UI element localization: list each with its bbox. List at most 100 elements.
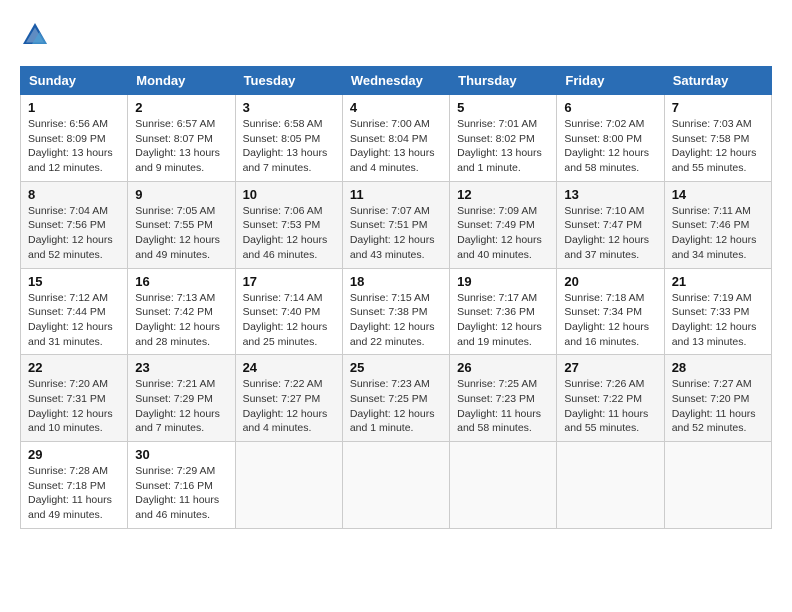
day-number: 12 <box>457 187 549 202</box>
day-number: 29 <box>28 447 120 462</box>
day-info: Sunrise: 7:04 AM Sunset: 7:56 PM Dayligh… <box>28 204 120 263</box>
calendar-day-cell: 24 Sunrise: 7:22 AM Sunset: 7:27 PM Dayli… <box>235 355 342 442</box>
day-number: 1 <box>28 100 120 115</box>
day-number: 30 <box>135 447 227 462</box>
day-info: Sunrise: 7:17 AM Sunset: 7:36 PM Dayligh… <box>457 291 549 350</box>
calendar-day-cell: 2 Sunrise: 6:57 AM Sunset: 8:07 PM Daylig… <box>128 95 235 182</box>
calendar-week-row: 22 Sunrise: 7:20 AM Sunset: 7:31 PM Dayli… <box>21 355 772 442</box>
day-info: Sunrise: 7:11 AM Sunset: 7:46 PM Dayligh… <box>672 204 764 263</box>
calendar-week-row: 8 Sunrise: 7:04 AM Sunset: 7:56 PM Daylig… <box>21 181 772 268</box>
calendar-day-cell: 3 Sunrise: 6:58 AM Sunset: 8:05 PM Daylig… <box>235 95 342 182</box>
day-info: Sunrise: 7:00 AM Sunset: 8:04 PM Dayligh… <box>350 117 442 176</box>
day-number: 13 <box>564 187 656 202</box>
day-number: 8 <box>28 187 120 202</box>
calendar-day-cell: 23 Sunrise: 7:21 AM Sunset: 7:29 PM Dayli… <box>128 355 235 442</box>
calendar-day-cell: 30 Sunrise: 7:29 AM Sunset: 7:16 PM Dayli… <box>128 442 235 529</box>
calendar-day-cell: 25 Sunrise: 7:23 AM Sunset: 7:25 PM Dayli… <box>342 355 449 442</box>
calendar-day-cell: 19 Sunrise: 7:17 AM Sunset: 7:36 PM Dayli… <box>450 268 557 355</box>
day-info: Sunrise: 6:56 AM Sunset: 8:09 PM Dayligh… <box>28 117 120 176</box>
calendar-day-cell: 18Sunrise: 7:15 AM Sunset: 7:38 PM Dayli… <box>342 268 449 355</box>
day-info: Sunrise: 7:03 AM Sunset: 7:58 PM Dayligh… <box>672 117 764 176</box>
day-info: Sunrise: 7:25 AM Sunset: 7:23 PM Dayligh… <box>457 377 549 436</box>
day-info: Sunrise: 7:20 AM Sunset: 7:31 PM Dayligh… <box>28 377 120 436</box>
col-header-saturday: Saturday <box>664 67 771 95</box>
day-info: Sunrise: 7:12 AM Sunset: 7:44 PM Dayligh… <box>28 291 120 350</box>
calendar-day-cell: 28Sunrise: 7:27 AM Sunset: 7:20 PM Dayli… <box>664 355 771 442</box>
calendar-day-cell: 14 Sunrise: 7:11 AM Sunset: 7:46 PM Dayli… <box>664 181 771 268</box>
day-number: 24 <box>243 360 335 375</box>
day-info: Sunrise: 7:15 AM Sunset: 7:38 PM Dayligh… <box>350 291 442 350</box>
calendar-day-cell: 26Sunrise: 7:25 AM Sunset: 7:23 PM Dayli… <box>450 355 557 442</box>
logo <box>20 20 56 50</box>
col-header-thursday: Thursday <box>450 67 557 95</box>
day-info: Sunrise: 7:29 AM Sunset: 7:16 PM Dayligh… <box>135 464 227 523</box>
day-info: Sunrise: 7:13 AM Sunset: 7:42 PM Dayligh… <box>135 291 227 350</box>
day-number: 27 <box>564 360 656 375</box>
calendar-week-row: 29 Sunrise: 7:28 AM Sunset: 7:18 PM Dayli… <box>21 442 772 529</box>
day-number: 16 <box>135 274 227 289</box>
day-number: 23 <box>135 360 227 375</box>
day-number: 11 <box>350 187 442 202</box>
calendar-header-row: SundayMondayTuesdayWednesdayThursdayFrid… <box>21 67 772 95</box>
calendar-day-cell: 21 Sunrise: 7:19 AM Sunset: 7:33 PM Dayli… <box>664 268 771 355</box>
calendar-day-cell: 11Sunrise: 7:07 AM Sunset: 7:51 PM Dayli… <box>342 181 449 268</box>
calendar-day-cell: 17Sunrise: 7:14 AM Sunset: 7:40 PM Dayli… <box>235 268 342 355</box>
day-info: Sunrise: 7:10 AM Sunset: 7:47 PM Dayligh… <box>564 204 656 263</box>
day-number: 2 <box>135 100 227 115</box>
day-info: Sunrise: 7:26 AM Sunset: 7:22 PM Dayligh… <box>564 377 656 436</box>
day-info: Sunrise: 7:28 AM Sunset: 7:18 PM Dayligh… <box>28 464 120 523</box>
day-number: 15 <box>28 274 120 289</box>
day-number: 20 <box>564 274 656 289</box>
calendar-day-cell: 5 Sunrise: 7:01 AM Sunset: 8:02 PM Daylig… <box>450 95 557 182</box>
day-number: 6 <box>564 100 656 115</box>
day-number: 3 <box>243 100 335 115</box>
calendar-day-cell: 16 Sunrise: 7:13 AM Sunset: 7:42 PM Dayli… <box>128 268 235 355</box>
empty-cell <box>342 442 449 529</box>
col-header-friday: Friday <box>557 67 664 95</box>
day-info: Sunrise: 7:21 AM Sunset: 7:29 PM Dayligh… <box>135 377 227 436</box>
day-info: Sunrise: 7:01 AM Sunset: 8:02 PM Dayligh… <box>457 117 549 176</box>
page-header <box>20 20 772 50</box>
calendar-day-cell: 22 Sunrise: 7:20 AM Sunset: 7:31 PM Dayli… <box>21 355 128 442</box>
calendar-day-cell: 12 Sunrise: 7:09 AM Sunset: 7:49 PM Dayli… <box>450 181 557 268</box>
calendar-table: SundayMondayTuesdayWednesdayThursdayFrid… <box>20 66 772 529</box>
day-number: 21 <box>672 274 764 289</box>
day-info: Sunrise: 7:18 AM Sunset: 7:34 PM Dayligh… <box>564 291 656 350</box>
day-number: 19 <box>457 274 549 289</box>
empty-cell <box>664 442 771 529</box>
day-number: 22 <box>28 360 120 375</box>
day-number: 4 <box>350 100 442 115</box>
calendar-day-cell: 4 Sunrise: 7:00 AM Sunset: 8:04 PM Daylig… <box>342 95 449 182</box>
day-info: Sunrise: 6:58 AM Sunset: 8:05 PM Dayligh… <box>243 117 335 176</box>
day-info: Sunrise: 7:06 AM Sunset: 7:53 PM Dayligh… <box>243 204 335 263</box>
day-info: Sunrise: 7:05 AM Sunset: 7:55 PM Dayligh… <box>135 204 227 263</box>
calendar-day-cell: 20 Sunrise: 7:18 AM Sunset: 7:34 PM Dayli… <box>557 268 664 355</box>
day-info: Sunrise: 7:14 AM Sunset: 7:40 PM Dayligh… <box>243 291 335 350</box>
day-number: 5 <box>457 100 549 115</box>
day-number: 14 <box>672 187 764 202</box>
logo-icon <box>20 20 50 50</box>
day-number: 10 <box>243 187 335 202</box>
day-info: Sunrise: 7:22 AM Sunset: 7:27 PM Dayligh… <box>243 377 335 436</box>
empty-cell <box>235 442 342 529</box>
calendar-day-cell: 8 Sunrise: 7:04 AM Sunset: 7:56 PM Daylig… <box>21 181 128 268</box>
calendar-day-cell: 29 Sunrise: 7:28 AM Sunset: 7:18 PM Dayli… <box>21 442 128 529</box>
calendar-day-cell: 10 Sunrise: 7:06 AM Sunset: 7:53 PM Dayli… <box>235 181 342 268</box>
day-info: Sunrise: 6:57 AM Sunset: 8:07 PM Dayligh… <box>135 117 227 176</box>
col-header-wednesday: Wednesday <box>342 67 449 95</box>
col-header-tuesday: Tuesday <box>235 67 342 95</box>
day-number: 28 <box>672 360 764 375</box>
calendar-week-row: 1 Sunrise: 6:56 AM Sunset: 8:09 PM Daylig… <box>21 95 772 182</box>
calendar-week-row: 15 Sunrise: 7:12 AM Sunset: 7:44 PM Dayli… <box>21 268 772 355</box>
empty-cell <box>450 442 557 529</box>
day-info: Sunrise: 7:23 AM Sunset: 7:25 PM Dayligh… <box>350 377 442 436</box>
calendar-day-cell: 6Sunrise: 7:02 AM Sunset: 8:00 PM Daylig… <box>557 95 664 182</box>
empty-cell <box>557 442 664 529</box>
calendar-day-cell: 13 Sunrise: 7:10 AM Sunset: 7:47 PM Dayli… <box>557 181 664 268</box>
day-info: Sunrise: 7:19 AM Sunset: 7:33 PM Dayligh… <box>672 291 764 350</box>
day-number: 25 <box>350 360 442 375</box>
calendar-day-cell: 1 Sunrise: 6:56 AM Sunset: 8:09 PM Daylig… <box>21 95 128 182</box>
calendar-day-cell: 9Sunrise: 7:05 AM Sunset: 7:55 PM Daylig… <box>128 181 235 268</box>
col-header-monday: Monday <box>128 67 235 95</box>
day-info: Sunrise: 7:09 AM Sunset: 7:49 PM Dayligh… <box>457 204 549 263</box>
